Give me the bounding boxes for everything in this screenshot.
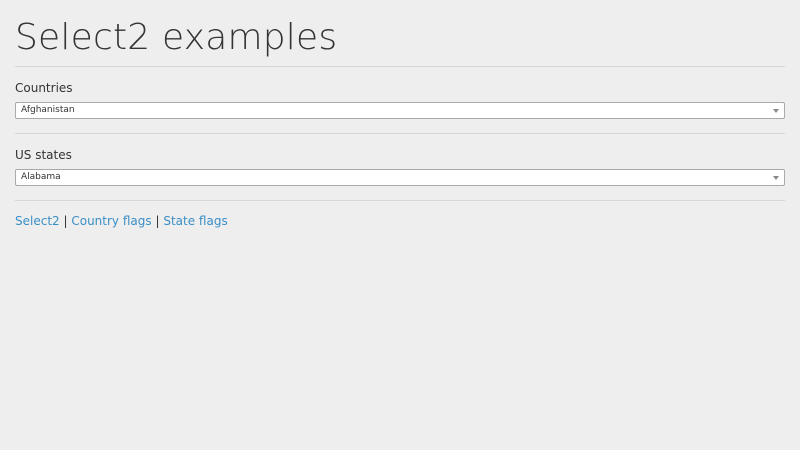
countries-select[interactable]: Afghanistan xyxy=(15,102,785,119)
chevron-down-icon[interactable] xyxy=(773,176,779,180)
states-section: US states Alabama xyxy=(15,134,785,186)
country-flags-link[interactable]: Country flags xyxy=(71,214,151,228)
states-select[interactable]: Alabama xyxy=(15,169,785,186)
chevron-down-icon[interactable] xyxy=(773,109,779,113)
countries-section: Countries Afghanistan xyxy=(15,67,785,119)
page-title: Select2 examples xyxy=(15,17,338,58)
countries-selected-value: Afghanistan xyxy=(21,105,75,115)
link-separator: | xyxy=(155,214,160,228)
select2-link[interactable]: Select2 xyxy=(15,214,60,228)
page: Select2 examples Countries Afghanistan U… xyxy=(0,0,800,450)
state-flags-link[interactable]: State flags xyxy=(163,214,227,228)
states-selected-value: Alabama xyxy=(21,172,61,182)
countries-label: Countries xyxy=(15,81,73,95)
states-label: US states xyxy=(15,148,72,162)
footer-links: Select2 | Country flags | State flags xyxy=(15,201,785,229)
link-separator: | xyxy=(63,214,68,228)
